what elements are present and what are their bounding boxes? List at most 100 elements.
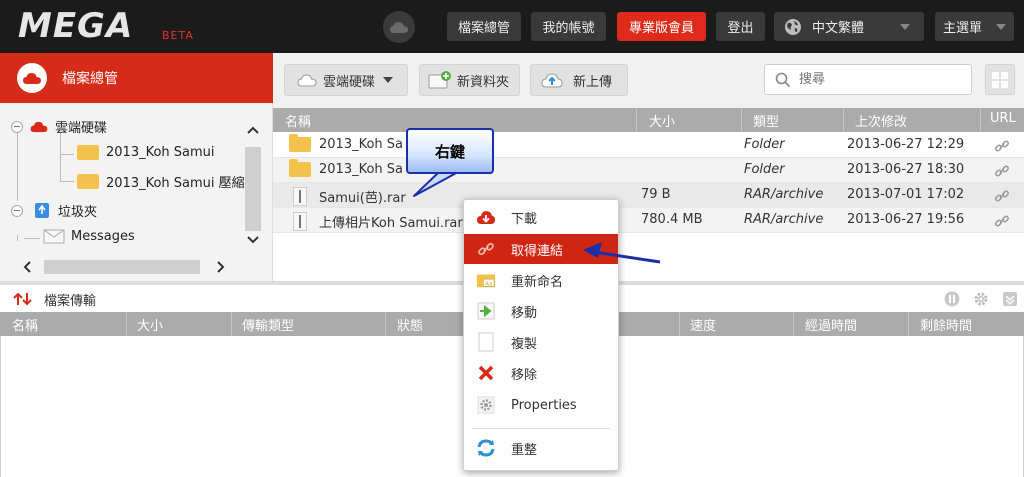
table-row[interactable]: 2013_Koh Sa Folder 2013-06-27 12:29 [273,133,1024,158]
grid-view-button[interactable] [985,64,1015,95]
new-folder-button[interactable]: 新資料夾 [419,64,520,96]
nav-file-manager-button[interactable]: 檔案總管 [447,12,521,41]
tree-item-folder[interactable]: 2013_Koh Samui [77,145,215,160]
menu-item-copy[interactable]: 複製 [464,327,618,357]
table-row[interactable]: 上傳相片Koh Samui.rar 780.4 MB RAR/archive 2… [273,208,1024,233]
column-divider[interactable] [636,108,637,132]
file-name: 2013_Koh Sa [319,162,404,177]
transfer-arrows-icon [13,292,32,306]
menu-item-label: Properties [511,397,577,413]
rename-folder-icon: Aa [476,270,496,290]
column-divider[interactable] [385,312,386,336]
column-header-name[interactable]: 名稱 [285,111,311,130]
column-header-url[interactable]: URL [990,111,1016,126]
language-select[interactable]: 中文繁體 [774,12,924,41]
cloud-icon [297,74,317,87]
column-divider[interactable] [843,108,844,132]
archive-file-icon [293,187,307,206]
file-modified: 2013-06-27 19:56 [847,212,965,227]
tree-item-folder[interactable]: 2013_Koh Samui 壓縮 [77,172,245,191]
link-icon[interactable] [994,188,1010,204]
column-divider[interactable] [231,312,232,336]
table-row[interactable]: 2013_Koh Sa Folder 2013-06-27 18:30 [273,158,1024,183]
move-arrow-icon [476,301,496,321]
menu-item-label: 重新命名 [511,274,564,290]
right-click-callout: 右鍵 [406,128,494,174]
gear-icon[interactable] [973,291,989,307]
menu-item-rename[interactable]: Aa 重新命名 [464,265,618,295]
chevron-down-icon [900,23,911,30]
column-header-modified[interactable]: 上次修改 [855,111,907,130]
chevron-down-icon[interactable] [241,233,265,247]
nav-my-account-button[interactable]: 我的帳號 [531,12,606,41]
nav-pro-member-button[interactable]: 專業版會員 [617,12,706,41]
menu-item-download[interactable]: 下載 [464,202,618,232]
menu-item-get-link[interactable]: 取得連結 [464,234,618,264]
recycle-bin-icon [35,203,49,218]
menu-item-label: 移動 [511,305,538,321]
menu-item-refresh[interactable]: 重整 [464,433,618,463]
mega-logo[interactable]: MEGA [18,6,133,46]
tree-item-cloud-drive[interactable]: 雲端硬碟 [11,117,107,136]
file-type: RAR/archive [744,212,824,227]
link-icon [476,239,496,259]
column-header-transfer-type[interactable]: 傳輸類型 [242,315,294,334]
link-icon[interactable] [994,163,1010,179]
column-divider[interactable] [793,312,794,336]
scrollbar-thumb[interactable] [44,260,200,274]
column-header-name[interactable]: 名稱 [12,315,38,334]
upload-button[interactable]: 新上傳 [530,64,628,96]
chevron-left-icon[interactable] [20,260,34,274]
cloud-status-icon[interactable] [383,11,415,43]
main-menu-label: 主選單 [942,21,982,36]
column-header-remaining[interactable]: 剩餘時間 [920,315,972,334]
column-header-size[interactable]: 大小 [137,315,163,334]
column-divider[interactable] [741,108,742,132]
table-row[interactable]: Samui(芭).rar 79 B RAR/archive 2013-07-01… [273,183,1024,208]
globe-icon [785,18,801,35]
tree-item-label: 垃圾夾 [58,205,98,220]
link-icon[interactable] [994,138,1010,154]
column-header-size[interactable]: 大小 [649,111,675,130]
svg-text:Aa: Aa [485,281,492,287]
context-menu: 下載 取得連結 Aa 重新命名 移動 複製 移除 Properties 重整 [463,199,619,471]
tree-item-label: Messages [71,229,135,244]
column-divider[interactable] [980,108,981,132]
column-header-elapsed[interactable]: 經過時間 [805,315,857,334]
collapse-toggle-icon[interactable] [11,204,23,217]
search-box[interactable] [764,64,972,95]
tree-item-messages[interactable]: Messages [43,229,135,244]
menu-item-label: 複製 [511,336,538,352]
delete-x-icon [476,363,496,383]
main-menu-button[interactable]: 主選單 [935,12,1014,41]
grid-icon [992,71,1008,88]
collapse-toggle-icon[interactable] [11,120,23,133]
vertical-scrollbar[interactable] [241,123,265,253]
chevron-up-icon[interactable] [241,123,265,137]
scrollbar-thumb[interactable] [245,147,261,231]
tree-item-trash[interactable]: 垃圾夾 [11,201,97,220]
tree-connector [60,133,61,181]
column-header-type[interactable]: 類型 [753,111,779,130]
sidebar-header: 檔案總管 [0,53,273,103]
collapse-panel-icon[interactable] [1002,291,1018,307]
tree-item-label: 雲端硬碟 [55,121,108,136]
callout-text: 右鍵 [434,142,465,161]
link-icon[interactable] [994,213,1010,229]
column-header-speed[interactable]: 速度 [690,315,716,334]
column-divider[interactable] [679,312,680,336]
pause-icon[interactable] [944,291,960,307]
column-header-status[interactable]: 狀態 [397,315,423,334]
column-divider[interactable] [126,312,127,336]
menu-item-move[interactable]: 移動 [464,296,618,326]
column-divider[interactable] [908,312,909,336]
chevron-right-icon[interactable] [214,260,228,274]
cloud-drive-dropdown[interactable]: 雲端硬碟 [284,64,408,96]
horizontal-scrollbar[interactable] [10,259,240,275]
search-input[interactable] [799,72,949,87]
cloud-icon [17,63,47,93]
menu-item-properties[interactable]: Properties [464,390,618,420]
upload-cloud-icon [541,73,563,88]
nav-logout-button[interactable]: 登出 [716,12,765,41]
menu-item-remove[interactable]: 移除 [464,358,618,388]
